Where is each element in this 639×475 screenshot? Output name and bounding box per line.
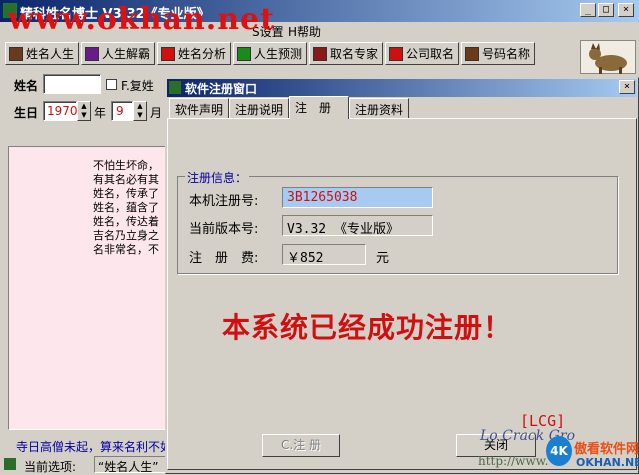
year-spinner[interactable]: ▲ ▼ [77, 101, 91, 121]
toolbar-button-label: 公司取名 [406, 47, 455, 61]
registration-fee-field: ￥852 [282, 244, 366, 266]
toolbar-button-label: 人生预测 [254, 47, 303, 61]
toolbar-button-life-forecast[interactable]: 人生预测 [233, 42, 307, 65]
dialog-title: 软件注册窗口 [185, 82, 258, 96]
month-spinner[interactable]: ▲ ▼ [133, 101, 147, 121]
current-option-value: “姓名人生” [94, 456, 168, 473]
dialog-close-button[interactable]: × [619, 80, 635, 94]
birth-label: 生日 [14, 106, 39, 120]
book-icon [313, 46, 327, 61]
dog-logo [580, 40, 636, 74]
registration-fee-label: 注 册 费: [189, 251, 259, 266]
version-field: V3.32 《专业版》 [282, 215, 433, 237]
site-logo-domain: OKHAN.NET [576, 456, 639, 469]
dialog-titlebar[interactable]: 软件注册窗口 × [167, 79, 637, 97]
toolbar-button-label: 人生解霸 [102, 47, 151, 61]
status-icon [4, 458, 16, 470]
machine-code-field[interactable]: 3B1265038 [282, 187, 433, 208]
site-logo: 4K 傲看软件网 OKHAN.NET [546, 432, 639, 474]
toolbar-button-life-analysis[interactable]: 人生解霸 [81, 42, 155, 65]
minimize-button[interactable]: _ [580, 3, 596, 17]
toolbar-button-naming-expert[interactable]: 取名专家 [309, 42, 383, 65]
cube-icon [237, 46, 251, 61]
fuxing-checkbox[interactable] [106, 79, 117, 90]
footer-poem-text: 寺日高僧未起，算来名利不如 [16, 440, 173, 454]
registration-success-message: 本系统已经成功注册！ [222, 311, 513, 344]
name-input[interactable] [43, 74, 101, 94]
register-button[interactable]: C.注 册 [262, 434, 340, 457]
tab-register[interactable]: 注 册 [289, 96, 349, 119]
menu-help[interactable]: H帮助 [288, 23, 321, 40]
year-input[interactable]: 1970 [43, 101, 78, 121]
toolbar: 姓名人生 人生解霸 姓名分析 人生预测 取名专家 公司取名 号码名称 [0, 40, 639, 68]
month-input[interactable]: 9 [111, 101, 133, 121]
registration-info-group-title: 注册信息： [185, 169, 250, 186]
maximize-button[interactable]: □ [598, 3, 614, 17]
tab-registration-notes[interactable]: 注册说明 [229, 98, 290, 118]
description-line: 名非常名，不 [93, 243, 159, 256]
year-unit: 年 [94, 106, 107, 120]
current-option-label: 当前选项: [24, 460, 77, 474]
tab-software-statement[interactable]: 软件声明 [169, 98, 230, 118]
cracker-url: http://www. [478, 454, 549, 468]
toolbar-button-company-naming[interactable]: 公司取名 [385, 42, 459, 65]
version-label: 当前版本号: [189, 222, 259, 237]
name-description-panel[interactable]: 不怕生坏命， 有其名必有其 姓名，传承了 姓名，蕴含了 姓名，传达着 吉名乃立身… [8, 146, 168, 430]
dog-icon [589, 43, 627, 74]
machine-code-label: 本机注册号: [189, 194, 259, 209]
toolbar-button-number-name[interactable]: 号码名称 [461, 42, 535, 65]
book-icon [465, 46, 479, 61]
toolbar-button-label: 姓名分析 [178, 47, 227, 61]
month-unit: 月 [150, 106, 163, 120]
toolbar-button-name-analysis[interactable]: 姓名分析 [157, 42, 231, 65]
registration-fee-unit: 元 [376, 251, 390, 266]
fuxing-label: F.复姓 [121, 79, 154, 93]
book-icon [9, 46, 23, 61]
toolbar-button-label: 姓名人生 [26, 47, 75, 61]
name-label: 姓名 [14, 79, 39, 93]
close-button[interactable]: × [618, 3, 634, 17]
book-open-icon [161, 46, 175, 61]
gem-icon [389, 46, 403, 61]
tab-registration-info[interactable]: 注册资料 [349, 98, 410, 118]
toolbar-button-label: 取名专家 [330, 47, 379, 61]
site-logo-badge: 4K [546, 436, 572, 466]
site-logo-name: 傲看软件网 [574, 442, 639, 457]
cube-icon [85, 46, 99, 61]
watermark-url: www.okhan.net [8, 2, 275, 37]
app-icon [169, 81, 181, 94]
toolbar-button-name-life[interactable]: 姓名人生 [5, 42, 79, 65]
toolbar-button-label: 号码名称 [482, 47, 531, 61]
